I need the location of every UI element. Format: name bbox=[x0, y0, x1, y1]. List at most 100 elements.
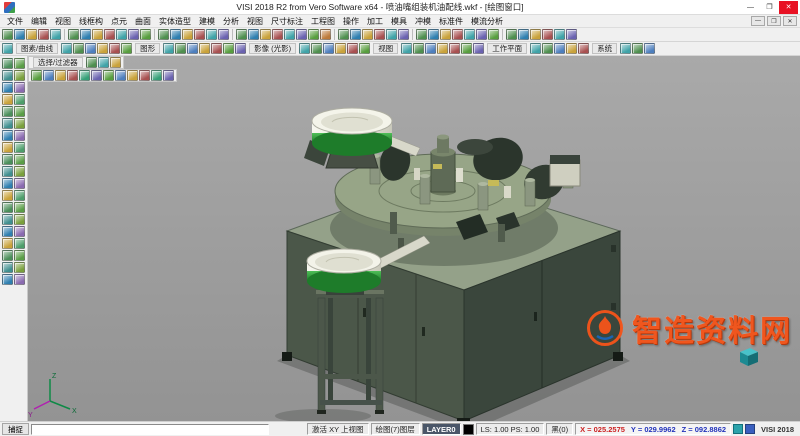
toolbar-icon[interactable] bbox=[170, 29, 181, 40]
toolbar-icon[interactable] bbox=[506, 29, 517, 40]
toolbar-icon[interactable] bbox=[398, 29, 409, 40]
menu-item[interactable]: 分析 bbox=[219, 16, 243, 27]
cad-3d-model[interactable]: Z X Y bbox=[28, 56, 800, 421]
toolbar-icon[interactable] bbox=[104, 29, 115, 40]
menu-item[interactable]: 模具 bbox=[387, 16, 411, 27]
menu-item[interactable]: 编辑 bbox=[27, 16, 51, 27]
toolbar-icon[interactable] bbox=[85, 43, 96, 54]
toolbar-icon[interactable] bbox=[464, 29, 475, 40]
toolbar-icon[interactable] bbox=[566, 29, 577, 40]
toolbar-icon[interactable] bbox=[121, 43, 132, 54]
toolbar-icon[interactable] bbox=[566, 43, 577, 54]
menu-item[interactable]: 视图 bbox=[51, 16, 75, 27]
toolbar-icon[interactable] bbox=[14, 130, 25, 141]
toolbar-icon[interactable] bbox=[92, 29, 103, 40]
toolbar-icon[interactable] bbox=[14, 58, 25, 69]
toolbar-icon[interactable] bbox=[110, 57, 121, 68]
toolbar-icon[interactable] bbox=[554, 29, 565, 40]
menu-item[interactable]: 文件 bbox=[3, 16, 27, 27]
toolbar-group-label[interactable]: 图素/曲线 bbox=[16, 43, 58, 54]
toolbar-icon[interactable] bbox=[223, 43, 234, 54]
toolbar-icon[interactable] bbox=[61, 43, 72, 54]
toolbar-icon[interactable] bbox=[260, 29, 271, 40]
toolbar-icon[interactable] bbox=[163, 70, 174, 81]
toolbar-icon[interactable] bbox=[308, 29, 319, 40]
color-swatch[interactable] bbox=[463, 424, 474, 435]
toolbar-icon[interactable] bbox=[476, 29, 487, 40]
toolbar-icon[interactable] bbox=[73, 43, 84, 54]
status-icon-teal[interactable] bbox=[733, 424, 743, 434]
toolbar-icon[interactable] bbox=[199, 43, 210, 54]
menu-item[interactable]: 建模 bbox=[195, 16, 219, 27]
toolbar-icon[interactable] bbox=[2, 106, 13, 117]
toolbar-icon[interactable] bbox=[38, 29, 49, 40]
toolbar-icon[interactable] bbox=[2, 154, 13, 165]
toolbar-group-label[interactable]: 视图 bbox=[373, 43, 398, 54]
toolbar-icon[interactable] bbox=[14, 29, 25, 40]
toolbar-icon[interactable] bbox=[2, 238, 13, 249]
toolbar-icon[interactable] bbox=[115, 70, 126, 81]
toolbar-icon[interactable] bbox=[2, 214, 13, 225]
selection-filter-dropdown[interactable]: 选择/过滤器 bbox=[33, 57, 83, 68]
maximize-button[interactable]: ❐ bbox=[760, 1, 779, 14]
toolbar-icon[interactable] bbox=[2, 226, 13, 237]
toolbar-icon[interactable] bbox=[311, 43, 322, 54]
toolbar-icon[interactable] bbox=[386, 29, 397, 40]
toolbar-icon[interactable] bbox=[14, 70, 25, 81]
toolbar-icon[interactable] bbox=[2, 262, 13, 273]
status-layer-info[interactable]: 绘图(7)图层 bbox=[371, 423, 420, 435]
toolbar-icon[interactable] bbox=[473, 43, 484, 54]
toolbar-icon[interactable] bbox=[14, 106, 25, 117]
toolbar-icon[interactable] bbox=[14, 250, 25, 261]
toolbar-icon[interactable] bbox=[632, 43, 643, 54]
toolbar-icon[interactable] bbox=[175, 43, 186, 54]
status-color-info[interactable]: 黑(0) bbox=[546, 423, 573, 435]
toolbar-group-label[interactable]: 图形 bbox=[135, 43, 160, 54]
toolbar-icon[interactable] bbox=[554, 43, 565, 54]
toolbar-icon[interactable] bbox=[91, 70, 102, 81]
toolbar-icon[interactable] bbox=[461, 43, 472, 54]
toolbar-icon[interactable] bbox=[14, 154, 25, 165]
toolbar-icon[interactable] bbox=[428, 29, 439, 40]
menu-item[interactable]: 工程图 bbox=[307, 16, 339, 27]
toolbar-icon[interactable] bbox=[644, 43, 655, 54]
command-input[interactable] bbox=[31, 424, 269, 435]
toolbar-icon[interactable] bbox=[2, 166, 13, 177]
toolbar-icon[interactable] bbox=[14, 142, 25, 153]
toolbar-icon[interactable] bbox=[140, 29, 151, 40]
mdi-window-control[interactable]: ❐ bbox=[767, 16, 781, 26]
toolbar-icon[interactable] bbox=[2, 58, 13, 69]
toolbar-icon[interactable] bbox=[187, 43, 198, 54]
toolbar-icon[interactable] bbox=[235, 43, 246, 54]
toolbar-icon[interactable] bbox=[14, 274, 25, 285]
toolbar-group-label[interactable]: 工作平面 bbox=[487, 43, 527, 54]
toolbar-icon[interactable] bbox=[248, 29, 259, 40]
toolbar-icon[interactable] bbox=[127, 70, 138, 81]
toolbar-icon[interactable] bbox=[14, 202, 25, 213]
toolbar-icon[interactable] bbox=[14, 118, 25, 129]
toolbar-icon[interactable] bbox=[14, 238, 25, 249]
menu-item[interactable]: 冲模 bbox=[411, 16, 435, 27]
toolbar-icon[interactable] bbox=[43, 70, 54, 81]
toolbar-icon[interactable] bbox=[359, 43, 370, 54]
toolbar-icon[interactable] bbox=[620, 43, 631, 54]
toolbar-icon[interactable] bbox=[50, 29, 61, 40]
toolbar-icon[interactable] bbox=[218, 29, 229, 40]
toolbar-icon[interactable] bbox=[206, 29, 217, 40]
toolbar-icon[interactable] bbox=[338, 29, 349, 40]
toolbar-icon[interactable] bbox=[14, 262, 25, 273]
status-view-info[interactable]: 激活 XY 上视图 bbox=[307, 423, 369, 435]
status-icon-blue[interactable] bbox=[745, 424, 755, 434]
toolbar-icon[interactable] bbox=[151, 70, 162, 81]
toolbar-icon[interactable] bbox=[299, 43, 310, 54]
toolbar-icon[interactable] bbox=[86, 57, 97, 68]
menu-item[interactable]: 曲面 bbox=[131, 16, 155, 27]
toolbar-icon[interactable] bbox=[109, 43, 120, 54]
toolbar-icon[interactable] bbox=[163, 43, 174, 54]
toolbar-icon[interactable] bbox=[272, 29, 283, 40]
menu-item[interactable]: 尺寸标注 bbox=[267, 16, 307, 27]
menu-item[interactable]: 线框构 bbox=[75, 16, 107, 27]
toolbar-icon[interactable] bbox=[2, 250, 13, 261]
toolbar-icon[interactable] bbox=[488, 29, 499, 40]
toolbar-icon[interactable] bbox=[347, 43, 358, 54]
